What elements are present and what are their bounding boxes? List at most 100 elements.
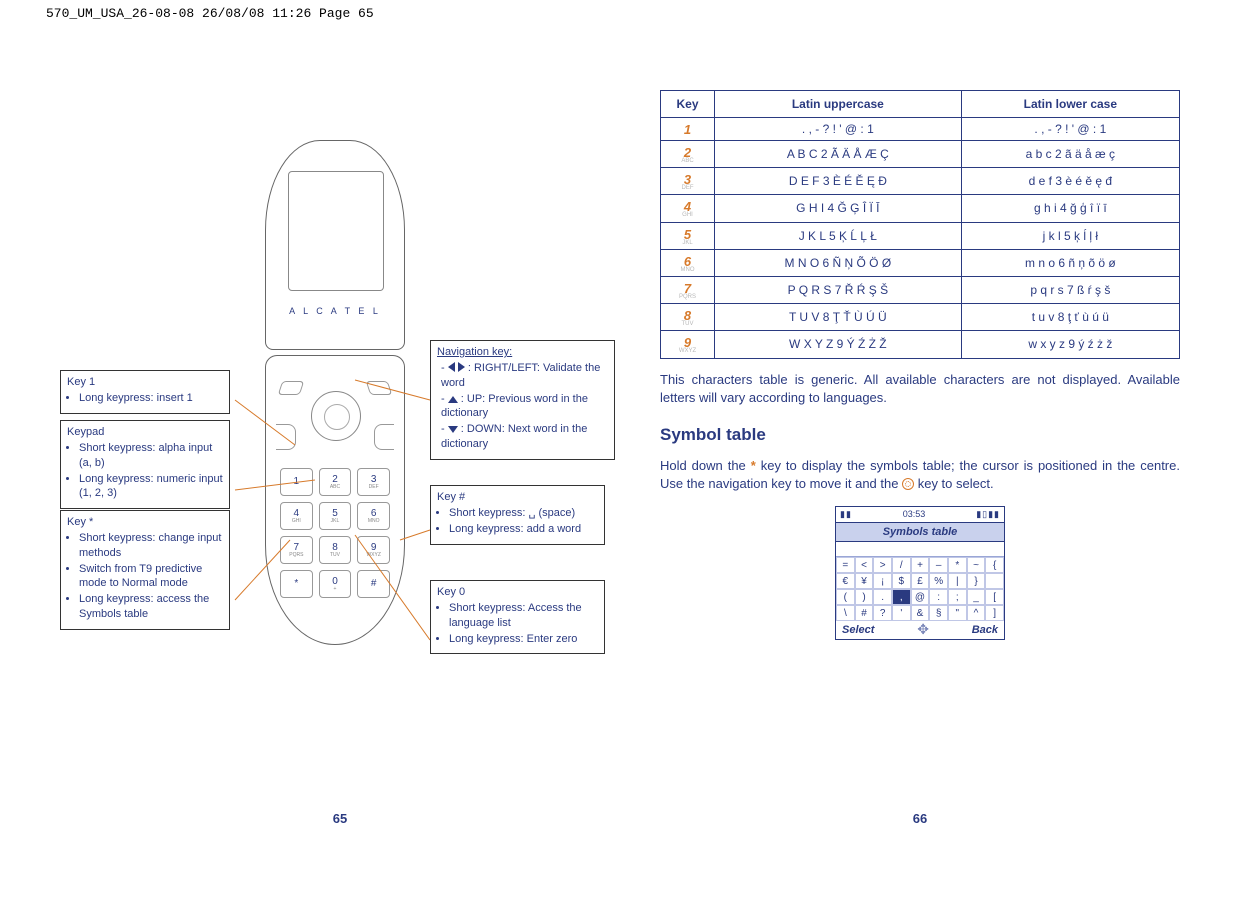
symbol-cell[interactable]: ¥ <box>855 573 874 589</box>
phone-key: 0+ <box>319 570 352 598</box>
callout-item: Short keypress: Access the language list <box>449 601 598 631</box>
print-header: 570_UM_USA_26-08-08 26/08/08 11:26 Page … <box>46 6 374 21</box>
phone-key: 6MNO <box>357 502 390 530</box>
char-table-note: This characters table is generic. All av… <box>660 371 1180 407</box>
callout-item: Switch from T9 predictive mode to Normal… <box>79 562 223 592</box>
softkey-back[interactable]: Back <box>972 624 998 636</box>
page-66: Key Latin uppercase Latin lower case 1. … <box>660 90 1180 640</box>
callout-item: Long keypress: access the Symbols table <box>79 592 223 622</box>
softkey-select[interactable]: Select <box>842 624 874 636</box>
symbol-cell[interactable]: ¡ <box>873 573 892 589</box>
callout-key-1: Key 1 Long keypress: insert 1 <box>60 370 230 414</box>
symbol-cell[interactable]: * <box>948 557 967 573</box>
symbol-cell[interactable]: _ <box>967 589 986 605</box>
symbol-cell[interactable]: ~ <box>967 557 986 573</box>
callout-item: Long keypress: Enter zero <box>449 632 598 647</box>
table-row: 9WXYZW X Y Z 9 Ý Ź Ż Žw x y z 9 ý ź ż ž <box>661 331 1180 358</box>
characters-table: Key Latin uppercase Latin lower case 1. … <box>660 90 1180 359</box>
callout-item: Long keypress: insert 1 <box>79 391 223 406</box>
symbol-cell[interactable]: # <box>855 605 874 621</box>
col-lower: Latin lower case <box>961 91 1179 118</box>
symbol-cell[interactable]: ) <box>855 589 874 605</box>
col-key: Key <box>661 91 715 118</box>
symbol-cell[interactable]: § <box>929 605 948 621</box>
symbol-cell[interactable]: [ <box>985 589 1004 605</box>
phone-key: 5JKL <box>319 502 352 530</box>
phone-key: * <box>280 570 313 598</box>
symbol-cell[interactable]: : <box>929 589 948 605</box>
page-number-right: 66 <box>660 811 1180 826</box>
phone-key: 7PQRS <box>280 536 313 564</box>
symbol-cell[interactable]: ( <box>836 589 855 605</box>
symbol-cell[interactable]: } <box>967 573 986 589</box>
page-number-left: 65 <box>80 811 600 826</box>
callout-item: Short keypress: alpha input (a, b) <box>79 441 223 471</box>
symbol-table-heading: Symbol table <box>660 425 1180 445</box>
symbol-cell[interactable]: = <box>836 557 855 573</box>
symbol-cell[interactable]: $ <box>892 573 911 589</box>
ok-ring-icon <box>902 478 914 490</box>
nav-indicator-icon: ✥ <box>917 624 929 636</box>
symbol-cell[interactable]: > <box>873 557 892 573</box>
symbol-cell[interactable]: ^ <box>967 605 986 621</box>
arrow-left-icon <box>448 362 455 372</box>
brand-label: A L C A T E L <box>266 306 404 316</box>
phone-key: 8TUV <box>319 536 352 564</box>
symbol-cell[interactable]: ; <box>948 589 967 605</box>
symbol-cell[interactable]: ' <box>892 605 911 621</box>
symbol-cell[interactable]: – <box>929 557 948 573</box>
callout-item: Long keypress: add a word <box>449 522 598 537</box>
phone-key: 2ABC <box>319 468 352 496</box>
symbol-cell[interactable]: £ <box>911 573 930 589</box>
callout-keypad: Keypad Short keypress: alpha input (a, b… <box>60 420 230 509</box>
screen-title: Symbols table <box>836 522 1004 542</box>
symbol-cell[interactable]: \ <box>836 605 855 621</box>
callout-key-star: Key * Short keypress: change input metho… <box>60 510 230 630</box>
symbol-cell[interactable]: & <box>911 605 930 621</box>
phone-key: 9WXYZ <box>357 536 390 564</box>
signal-icon: ▮▯▮▮ <box>976 509 1000 520</box>
phone-key: # <box>357 570 390 598</box>
symbol-cell[interactable]: % <box>929 573 948 589</box>
battery-icon: ▮▮ <box>840 509 852 520</box>
symbol-cell[interactable]: + <box>911 557 930 573</box>
star-key-icon: * <box>751 457 756 475</box>
symbol-cell[interactable]: ? <box>873 605 892 621</box>
callout-item: Short keypress: ␣ (space) <box>449 506 598 521</box>
table-row: 5JKLJ K L 5 Ķ Ĺ Ļ Łj k l 5 ķ ĺ ļ ł <box>661 222 1180 249</box>
symbol-cell[interactable]: @ <box>911 589 930 605</box>
symbol-cell[interactable]: | <box>948 573 967 589</box>
table-row: 1. , - ? ! ' @ : 1. , - ? ! ' @ : 1 <box>661 118 1180 141</box>
symbol-cell[interactable] <box>985 573 1004 589</box>
symbol-cell[interactable]: . <box>873 589 892 605</box>
symbol-cell[interactable]: ] <box>985 605 1004 621</box>
callout-item: Long keypress: numeric input (1, 2, 3) <box>79 472 223 502</box>
col-upper: Latin uppercase <box>715 91 962 118</box>
callout-key-0: Key 0 Short keypress: Access the languag… <box>430 580 605 654</box>
arrow-up-icon <box>448 396 458 403</box>
symbols-table-screenshot: ▮▮ 03:53 ▮▯▮▮ Symbols table =<>/+–*~{ €¥¡… <box>835 506 1005 640</box>
arrow-down-icon <box>448 426 458 433</box>
table-row: 6MNOM N O 6 Ñ Ņ Õ Ö Øm n o 6 ñ ņ õ ö ø <box>661 249 1180 276</box>
symbol-cell[interactable]: , <box>892 589 911 605</box>
callout-item: Short keypress: change input methods <box>79 531 223 561</box>
table-row: 7PQRSP Q R S 7 Ř Ŕ Ş Šp q r s 7 ß ŕ ş š <box>661 276 1180 303</box>
table-row: 3DEFD E F 3 È É Ě Ę Đd e f 3 è é ě ę đ <box>661 168 1180 195</box>
status-time: 03:53 <box>903 509 926 520</box>
symbol-cell[interactable]: " <box>948 605 967 621</box>
phone-illustration: A L C A T E L 12ABC3DEF 4GHI5JKL6MNO 7PQRS… <box>240 140 430 670</box>
symbol-cell[interactable]: < <box>855 557 874 573</box>
phone-key: 4GHI <box>280 502 313 530</box>
callout-navigation-key: Navigation key: - : RIGHT/LEFT: Validate… <box>430 340 615 460</box>
table-row: 4GHIG H I 4 Ğ Ģ Î Ï Īg h i 4 ğ ģ î ï ī <box>661 195 1180 222</box>
arrow-right-icon <box>458 362 465 372</box>
symbol-cell[interactable]: / <box>892 557 911 573</box>
phone-key: 3DEF <box>357 468 390 496</box>
table-row: 8TUVT U V 8 Ţ Ť Ù Ú Üt u v 8 ţ ť ù ú ü <box>661 304 1180 331</box>
phone-key: 1 <box>280 468 313 496</box>
symbol-cell[interactable]: { <box>985 557 1004 573</box>
symbol-table-text: Hold down the * key to display the symbo… <box>660 457 1180 493</box>
symbol-cell[interactable]: € <box>836 573 855 589</box>
table-row: 2ABCA B C 2 Ã Ä Å Æ Ça b c 2 ã ä å æ ç <box>661 141 1180 168</box>
callout-key-hash: Key # Short keypress: ␣ (space)Long keyp… <box>430 485 605 545</box>
